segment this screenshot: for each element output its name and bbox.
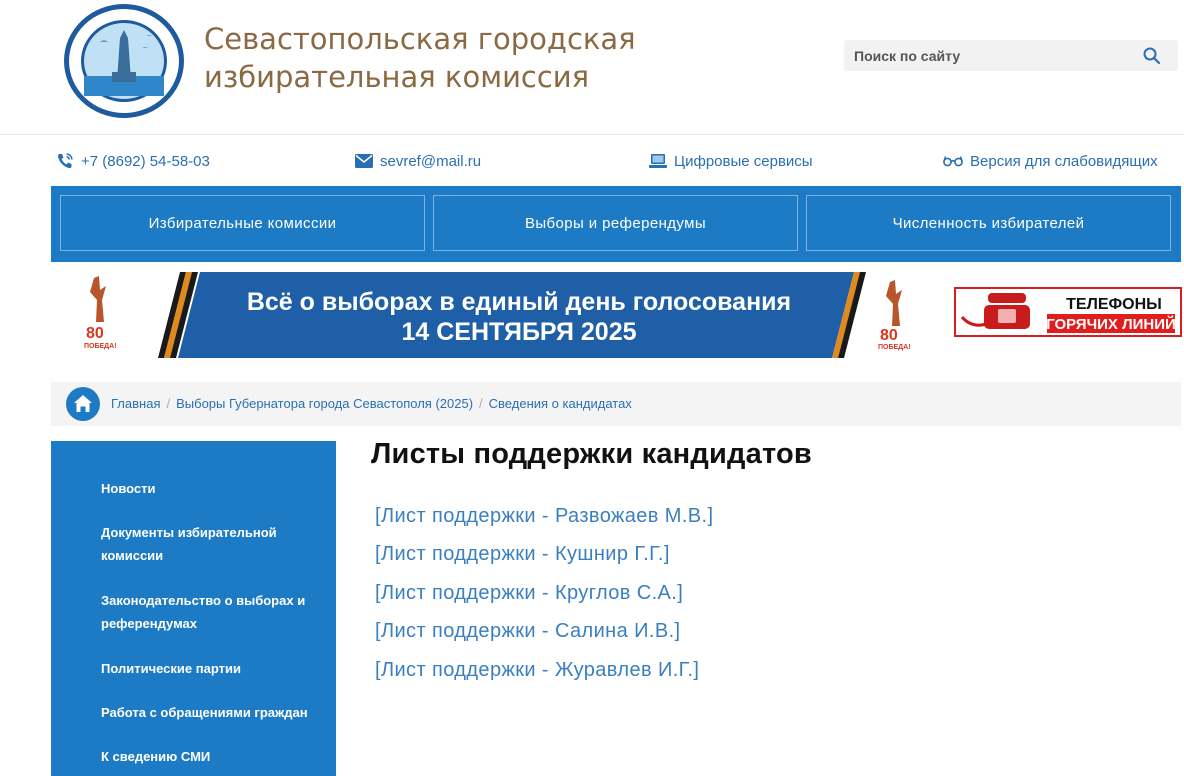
search-box [844,40,1178,71]
banner-date: 14 СЕНТЯБРЯ 2025 [402,318,637,346]
sidebar-item-legislation[interactable]: Законодательство о выборах и референдума… [101,589,311,635]
sidebar-item-media[interactable]: К сведению СМИ [101,745,311,768]
phone-link[interactable]: +7 (8692) 54-58-03 [56,149,210,173]
home-button[interactable] [66,387,100,421]
page-title: Листы поддержки кандидатов [371,438,812,470]
support-sheet-link-salina[interactable]: [Лист поддержки - Салина И.В.] [375,620,681,643]
accessible-version-label: Версия для слабовидящих [970,152,1158,170]
search-input[interactable] [844,40,1124,71]
victory-80-left-caption: ПОБЕДА! [84,343,117,350]
support-sheet-link-kruglov[interactable]: [Лист поддержки - Круглов С.А.] [375,582,683,605]
support-sheet-link-kushnir[interactable]: [Лист поддержки - Кушнир Г.Г.] [375,543,670,566]
digital-services-link[interactable]: Цифровые сервисы [649,149,813,173]
victory-80-left-number: 80 [86,325,104,342]
home-icon [74,395,92,412]
phone-icon [57,153,73,169]
commission-seal-logo[interactable] [62,2,186,120]
hotline-banner[interactable]: ТЕЛЕФОНЫ ГОРЯЧИХ ЛИНИЙ [954,287,1182,337]
election-day-banner[interactable]: 80 ПОБЕДА! Всё о выборах в единый день г… [80,272,870,358]
victory-80-right-emblem: 80 ПОБЕДА! [878,280,911,351]
envelope-icon [355,154,373,168]
sidebar-item-political-parties[interactable]: Политические партии [101,657,311,680]
email-link[interactable]: sevref@mail.ru [355,149,481,173]
sidebar-item-citizen-appeals[interactable]: Работа с обращениями граждан [101,701,311,724]
main-nav: Избирательные комиссии Выборы и референд… [51,186,1181,262]
site-header: Севастопольская городская избирательная … [0,0,1184,135]
victory-80-right-caption: ПОБЕДА! [878,344,911,351]
nav-item-commissions[interactable]: Избирательные комиссии [60,195,425,251]
glasses-icon [943,156,963,167]
breadcrumb-separator: / [479,396,483,411]
laptop-icon [649,154,667,168]
sidebar-menu: Новости Документы избирательной комиссии… [51,441,336,776]
email-address: sevref@mail.ru [380,152,482,170]
hotline-title: ТЕЛЕФОНЫ [1066,296,1162,313]
digital-services-label: Цифровые сервисы [674,152,813,170]
banner-headline: Всё о выборах в единый день голосования [247,288,791,316]
accessible-version-link[interactable]: Версия для слабовидящих [943,149,1158,173]
site-title[interactable]: Севастопольская городская избирательная … [204,20,674,96]
victory-80-right-number: 80 [880,327,898,344]
breadcrumb-item-home[interactable]: Главная [111,396,160,411]
nav-item-elections[interactable]: Выборы и референдумы [433,195,798,251]
sidebar-item-news[interactable]: Новости [101,477,311,500]
breadcrumb-item-candidates-info[interactable]: Сведения о кандидатах [489,396,632,411]
breadcrumb: Главная / Выборы Губернатора города Сева… [51,382,1181,426]
hotline-subtitle: ГОРЯЧИХ ЛИНИЙ [1046,315,1176,333]
support-sheet-link-zhuravlev[interactable]: [Лист поддержки - Журавлев И.Г.] [375,659,699,682]
breadcrumb-item-governor-elections[interactable]: Выборы Губернатора города Севастополя (2… [176,396,473,411]
breadcrumb-separator: / [166,396,171,411]
phone-number: +7 (8692) 54-58-03 [81,152,210,170]
sidebar-item-documents[interactable]: Документы избирательной комиссии [101,521,311,567]
support-sheet-link-razvozhaev[interactable]: [Лист поддержки - Развожаев М.В.] [375,505,713,528]
search-icon[interactable] [1142,46,1162,66]
nav-item-voters-count[interactable]: Численность избирателей [806,195,1171,251]
victory-80-left-emblem: 80 ПОБЕДА! [84,276,117,350]
breadcrumb-list: Главная / Выборы Губернатора города Сева… [111,396,632,411]
